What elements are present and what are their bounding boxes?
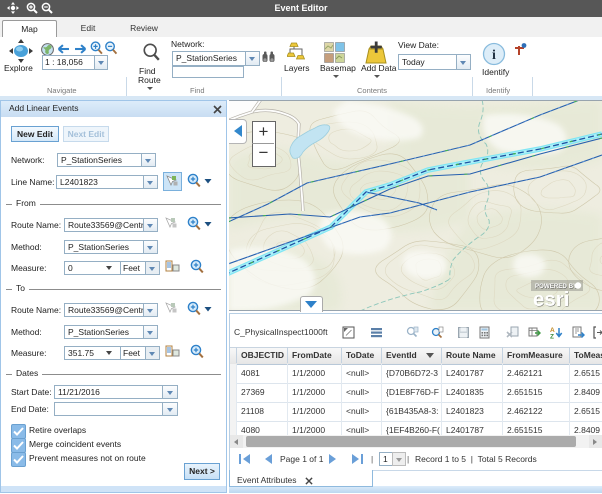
svg-text:i: i (492, 48, 496, 63)
svg-text:esri: esri (533, 288, 569, 311)
svg-text:Z: Z (550, 334, 554, 340)
